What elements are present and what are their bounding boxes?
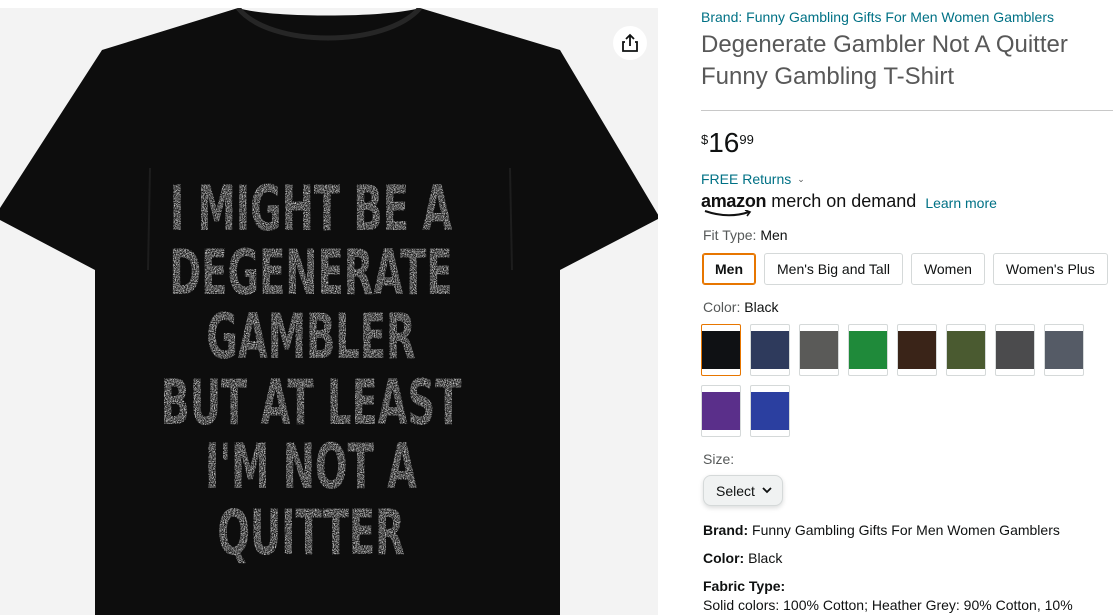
color-swatch[interactable] (799, 324, 839, 376)
fit-type-label: Fit Type: Men (703, 227, 788, 243)
size-key: Size: (703, 451, 735, 467)
color-swatch-chip (751, 392, 789, 430)
attr-brand-key: Brand: (703, 522, 749, 538)
attr-color-key: Color: (703, 550, 745, 566)
product-image-panel[interactable]: I MIGHT BE A DEGENERATE GAMBLER BUT AT LEAS… (0, 8, 658, 615)
size-select-label: Select (716, 482, 755, 499)
amazon-logo: amazon (701, 191, 767, 217)
chevron-down-icon (762, 487, 772, 494)
price: $1699 (701, 127, 754, 159)
shirt-print-line: I MIGHT BE A (170, 174, 452, 246)
color-swatch-chip (1045, 331, 1083, 369)
color-swatch-chip (898, 331, 936, 369)
size-select[interactable]: Select (703, 475, 783, 506)
color-swatch-chip (996, 331, 1034, 369)
share-button[interactable] (613, 26, 647, 60)
attr-fabric: Fabric Type: (703, 578, 785, 594)
fit-option-womens-plus[interactable]: Women's Plus (992, 253, 1108, 285)
fit-option-mens-big-tall[interactable]: Men's Big and Tall (764, 253, 903, 285)
attr-color-value: Black (748, 550, 783, 566)
free-returns-link[interactable]: FREE Returns ⌄ (701, 171, 805, 187)
color-swatch-chip (751, 331, 789, 369)
free-returns-label: FREE Returns (701, 171, 792, 187)
shirt-print-line: DEGENERATE (169, 238, 452, 310)
attr-fabric-key: Fabric Type: (703, 578, 786, 594)
color-label: Color: Black (703, 299, 778, 315)
fit-option-women[interactable]: Women (910, 253, 985, 285)
price-symbol: $ (701, 132, 709, 147)
color-value: Black (744, 299, 779, 315)
color-swatch-chip (947, 331, 985, 369)
shirt-print-line: I'M NOT A (205, 432, 417, 504)
product-title: Degenerate Gambler Not A Quitter Funny G… (701, 31, 1068, 90)
merch-on-demand: amazon merch on demand Learn more (701, 191, 997, 217)
color-swatch-chip (800, 331, 838, 369)
merch-tagline: merch on demand (771, 191, 917, 211)
amazon-logo-text: amazon (701, 191, 767, 211)
color-swatch[interactable] (701, 324, 741, 376)
price-fraction: 99 (739, 132, 754, 147)
color-swatch-chip (849, 331, 887, 369)
divider (701, 110, 1113, 111)
shirt-print-line: QUITTER (217, 498, 404, 570)
attr-fabric-value: Solid colors: 100% Cotton; Heather Grey:… (703, 597, 1073, 613)
learn-more-link[interactable]: Learn more (925, 195, 997, 212)
product-image: I MIGHT BE ADEGENERATEGAMBLERBUT AT LEAS… (0, 8, 658, 615)
fit-type-value: Men (760, 227, 788, 243)
fit-option-men[interactable]: Men (702, 253, 756, 285)
color-swatch[interactable] (1044, 324, 1084, 376)
chevron-down-icon: ⌄ (797, 173, 805, 184)
attr-brand-value: Funny Gambling Gifts For Men Women Gambl… (752, 522, 1060, 538)
color-swatch[interactable] (946, 324, 986, 376)
price-whole: 16 (708, 127, 740, 158)
color-swatch[interactable] (750, 385, 790, 437)
color-swatch[interactable] (848, 324, 888, 376)
amazon-smile-icon (704, 210, 752, 217)
brand-link[interactable]: Brand: Funny Gambling Gifts For Men Wome… (701, 9, 1054, 25)
shirt-print-line: GAMBLER (206, 302, 415, 374)
attr-color: Color: Black (703, 550, 782, 566)
attr-brand: Brand: Funny Gambling Gifts For Men Wome… (703, 522, 1060, 538)
color-swatch[interactable] (897, 324, 937, 376)
color-swatch-chip (702, 331, 740, 369)
color-swatches (701, 324, 1113, 437)
share-icon (622, 33, 638, 52)
color-swatch[interactable] (701, 385, 741, 437)
color-key: Color: (703, 299, 741, 315)
shirt-print-line: BUT AT LEAST (161, 368, 462, 440)
color-swatch-chip (702, 392, 740, 430)
size-label: Size: (703, 451, 734, 467)
color-swatch[interactable] (750, 324, 790, 376)
color-swatch[interactable] (995, 324, 1035, 376)
fit-type-key: Fit Type: (703, 227, 757, 243)
fit-type-options: Men Men's Big and Tall Women Women's Plu… (702, 253, 1108, 285)
